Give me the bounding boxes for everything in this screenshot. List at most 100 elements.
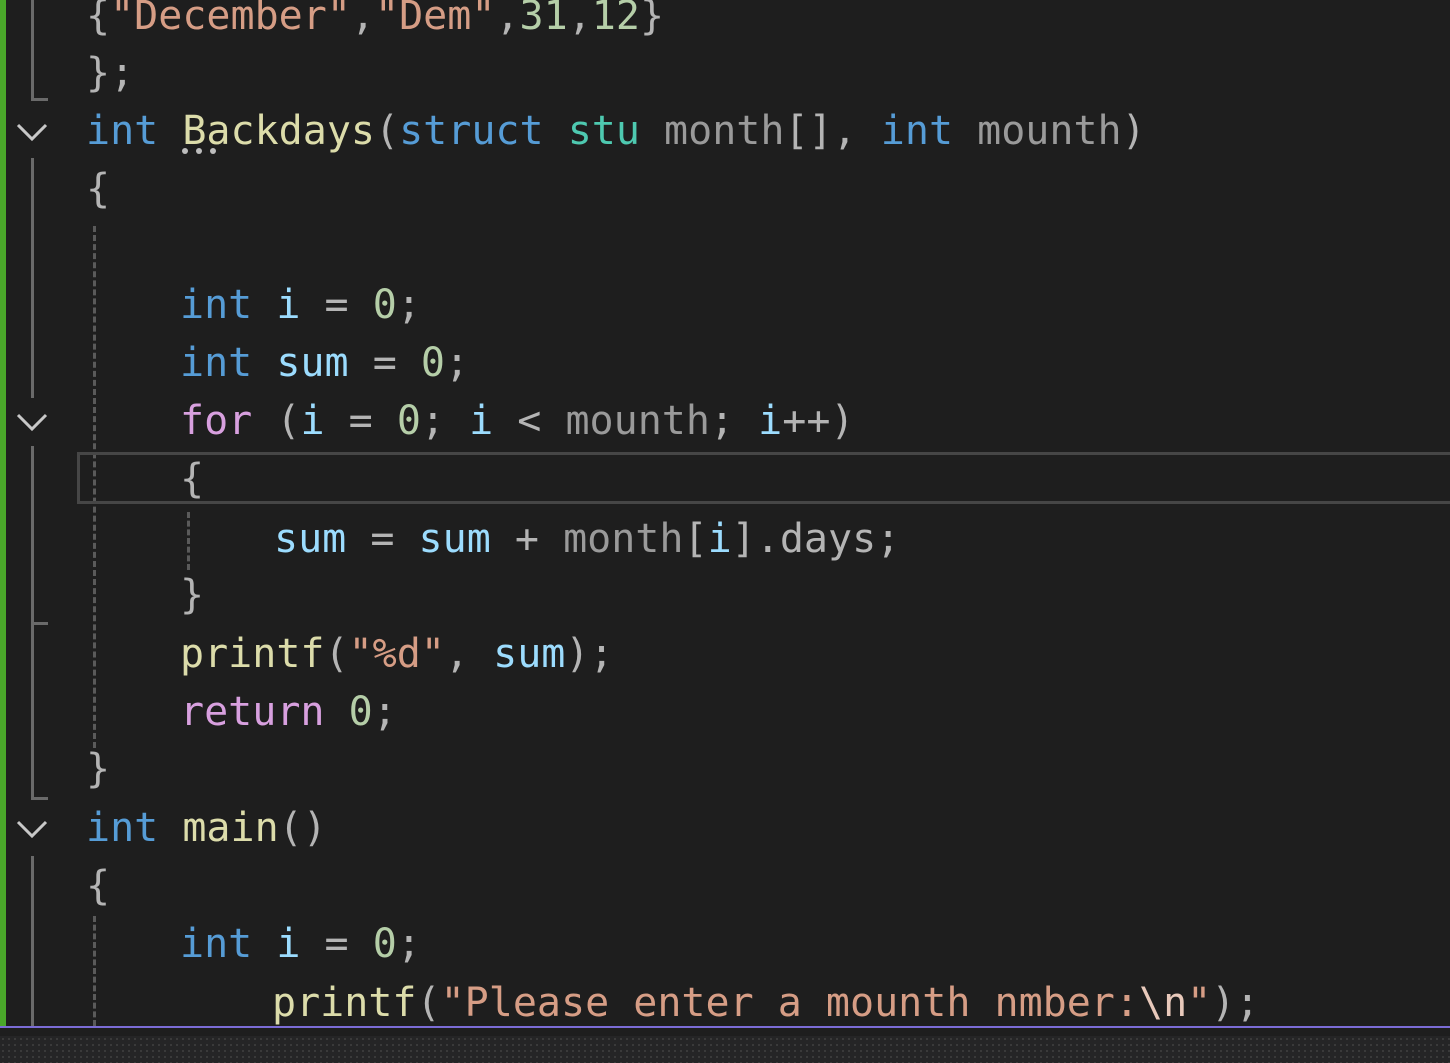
number-literal: 12 xyxy=(591,0,640,39)
number-literal: 0 xyxy=(420,340,445,386)
code-editor[interactable]: {"December","Dem",31,12} }; int Backdays… xyxy=(0,0,1450,1063)
code-line-10[interactable]: } xyxy=(180,566,204,624)
keyword: int xyxy=(180,921,253,967)
code-line-6[interactable]: int sum = 0; xyxy=(180,334,469,392)
chevron-down-icon[interactable] xyxy=(14,407,50,437)
keyword: int xyxy=(880,108,954,154)
change-tracking-bar xyxy=(0,0,6,1026)
keyword: struct xyxy=(399,108,544,154)
code-line-5[interactable]: int i = 0; xyxy=(180,276,421,334)
indent-guide-for xyxy=(187,512,190,570)
punctuation: ( xyxy=(276,398,301,444)
punctuation: [ xyxy=(683,516,708,562)
member-name: days xyxy=(779,516,877,562)
function-name: main xyxy=(182,805,279,851)
code-line-4[interactable]: { xyxy=(86,160,110,218)
punctuation: ); xyxy=(1211,980,1260,1026)
code-line-2[interactable]: }; xyxy=(86,44,134,102)
punctuation: ]. xyxy=(731,516,780,562)
outline-line-backdays xyxy=(31,158,34,398)
string-literal: "Please enter a mounth nmber: xyxy=(440,980,1139,1026)
number-literal: 31 xyxy=(519,0,568,39)
code-line-13[interactable]: } xyxy=(86,740,110,798)
operator: = xyxy=(372,340,397,386)
punctuation: , xyxy=(350,0,376,39)
code-line-3[interactable]: int Backdays(struct stu month[], int mou… xyxy=(86,102,1146,160)
string-literal: "Dem" xyxy=(375,0,496,39)
parameter: month xyxy=(563,516,684,562)
parameter: mounth xyxy=(565,398,710,444)
escape-sequence: \n xyxy=(1138,980,1188,1026)
punctuation: , xyxy=(495,0,520,39)
variable: sum xyxy=(418,516,491,562)
punctuation: } xyxy=(639,0,665,39)
variable: sum xyxy=(276,340,349,386)
punctuation: ( xyxy=(375,108,400,154)
operator: + xyxy=(514,516,539,562)
string-literal: " xyxy=(1187,980,1212,1026)
operator: = xyxy=(370,516,395,562)
variable: i xyxy=(300,398,325,444)
code-line-8[interactable]: { xyxy=(180,450,204,508)
punctuation: ( xyxy=(416,980,441,1026)
outline-line-struct xyxy=(31,0,34,100)
code-line-17[interactable]: printf("Please enter a mounth nmber:\n")… xyxy=(272,974,1259,1032)
quick-action-dots-icon[interactable] xyxy=(180,146,220,156)
chevron-down-icon[interactable] xyxy=(14,117,50,147)
code-line-15[interactable]: { xyxy=(86,857,110,915)
function-name: printf xyxy=(180,631,325,677)
number-literal: 0 xyxy=(372,921,397,967)
outline-end-for xyxy=(31,622,48,625)
punctuation: ; xyxy=(396,921,421,967)
number-literal: 0 xyxy=(372,282,397,328)
editor-bottom-border xyxy=(0,1026,1450,1028)
punctuation: , xyxy=(567,0,592,39)
variable: sum xyxy=(493,631,566,677)
operator: = xyxy=(348,398,373,444)
operator: < xyxy=(517,398,542,444)
variable: i xyxy=(276,921,301,967)
punctuation: ; xyxy=(444,340,470,386)
punctuation: ) xyxy=(1121,108,1146,154)
code-line-1[interactable]: {"December","Dem",31,12} xyxy=(86,0,664,45)
string-literal: "December" xyxy=(110,0,351,39)
punctuation: , xyxy=(444,631,470,677)
punctuation: ) xyxy=(830,398,855,444)
variable: i xyxy=(758,398,783,444)
punctuation: ; xyxy=(709,398,735,444)
indent-guide-main xyxy=(93,916,96,1026)
code-line-12[interactable]: return 0; xyxy=(180,683,397,741)
punctuation: ; xyxy=(420,398,445,444)
code-line-14[interactable]: int main() xyxy=(86,799,327,857)
keyword: int xyxy=(86,805,159,851)
variable: sum xyxy=(274,516,347,562)
parameter: mounth xyxy=(977,108,1122,154)
code-line-16[interactable]: int i = 0; xyxy=(180,915,421,973)
punctuation: () xyxy=(278,805,327,851)
code-line-9[interactable]: sum = sum + month[i].days; xyxy=(274,510,900,568)
code-line-7[interactable]: for (i = 0; i < mounth; i++) xyxy=(180,392,855,450)
number-literal: 0 xyxy=(396,398,421,444)
punctuation: [], xyxy=(784,108,857,154)
outline-end-backdays xyxy=(31,797,48,800)
operator: = xyxy=(324,921,349,967)
keyword: return xyxy=(180,689,325,735)
keyword: int xyxy=(180,340,253,386)
number-literal: 0 xyxy=(348,689,373,735)
current-line-highlight xyxy=(77,452,1450,504)
punctuation: ; xyxy=(372,689,397,735)
keyword: for xyxy=(180,398,253,444)
type-name: stu xyxy=(567,108,640,154)
variable: i xyxy=(469,398,494,444)
keyword: int xyxy=(86,108,159,154)
variable: i xyxy=(707,516,732,562)
punctuation: { xyxy=(86,0,111,39)
function-name: printf xyxy=(272,980,417,1026)
punctuation: ; xyxy=(876,516,901,562)
variable: i xyxy=(276,282,301,328)
keyword: int xyxy=(180,282,253,328)
chevron-down-icon[interactable] xyxy=(14,814,50,844)
punctuation: ); xyxy=(565,631,614,677)
code-line-11[interactable]: printf("%d", sum); xyxy=(180,625,614,683)
horizontal-scrollbar[interactable] xyxy=(0,1036,1450,1063)
